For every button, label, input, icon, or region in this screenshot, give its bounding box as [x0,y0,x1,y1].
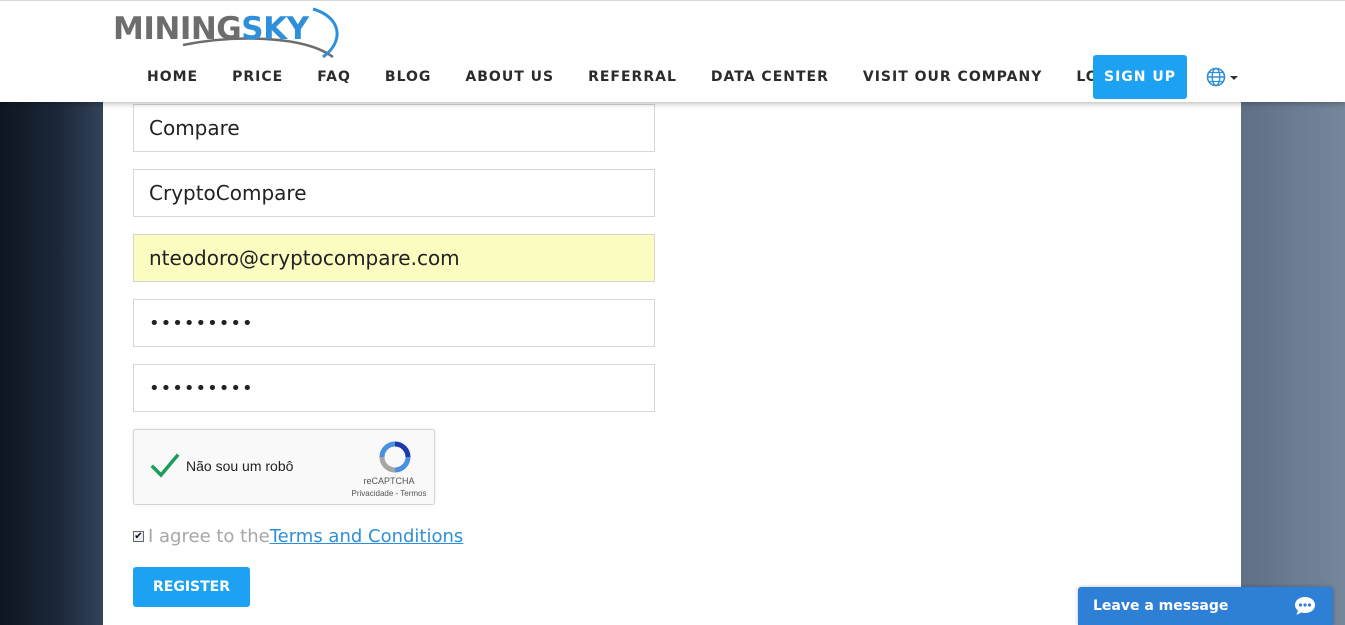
recaptcha-widget: Não sou um robô reCAPTCHA Privacidade - … [133,429,435,505]
site-header: MININGSKY HOME PRICE FAQ BLOG ABOUT US R… [0,0,1345,102]
recaptcha-logo-icon [379,441,411,473]
main-nav: HOME PRICE FAQ BLOG ABOUT US REFERRAL DA… [147,55,1164,99]
terms-agreement: ✔ I agree to the Terms and Conditions [133,526,463,547]
logo-text-sky: SKY [241,11,309,47]
nav-price[interactable]: PRICE [232,69,283,85]
recaptcha-label: Não sou um robô [186,458,294,474]
terms-checkbox[interactable]: ✔ [133,531,144,542]
background-right-panel [1241,101,1345,625]
nav-visit-our-company[interactable]: VISIT OUR COMPANY [863,69,1042,85]
chat-widget[interactable]: Leave a message [1078,587,1333,625]
email-input[interactable] [133,234,655,282]
terms-text: I agree to the [148,526,270,547]
confirm-password-input[interactable]: ••••••••• [133,364,655,412]
register-button[interactable]: REGISTER [133,567,250,607]
recaptcha-links[interactable]: Privacidade - Termos [339,489,439,498]
chevron-down-icon [1230,76,1238,80]
nav-home[interactable]: HOME [147,69,198,85]
recaptcha-checkmark-icon[interactable] [150,452,180,480]
language-selector[interactable] [1206,67,1238,87]
nav-about-us[interactable]: ABOUT US [465,69,554,85]
recaptcha-brand: reCAPTCHA [363,476,415,486]
nav-faq[interactable]: FAQ [317,69,351,85]
nav-data-center[interactable]: DATA CENTER [711,69,829,85]
nav-referral[interactable]: REFERRAL [588,69,677,85]
password-input[interactable]: ••••••••• [133,299,655,347]
logo-text: MININGSKY [113,11,309,47]
logo-text-mining: MINING [113,11,242,47]
nav-blog[interactable]: BLOG [385,69,432,85]
sign-up-button[interactable]: SIGN UP [1093,55,1187,99]
last-name-input[interactable] [133,104,655,152]
chat-label: Leave a message [1093,598,1229,614]
company-input[interactable] [133,169,655,217]
terms-link[interactable]: Terms and Conditions [270,526,464,547]
chat-bubble-icon [1295,597,1315,615]
background-left-panel [0,101,103,625]
globe-icon [1206,67,1226,87]
